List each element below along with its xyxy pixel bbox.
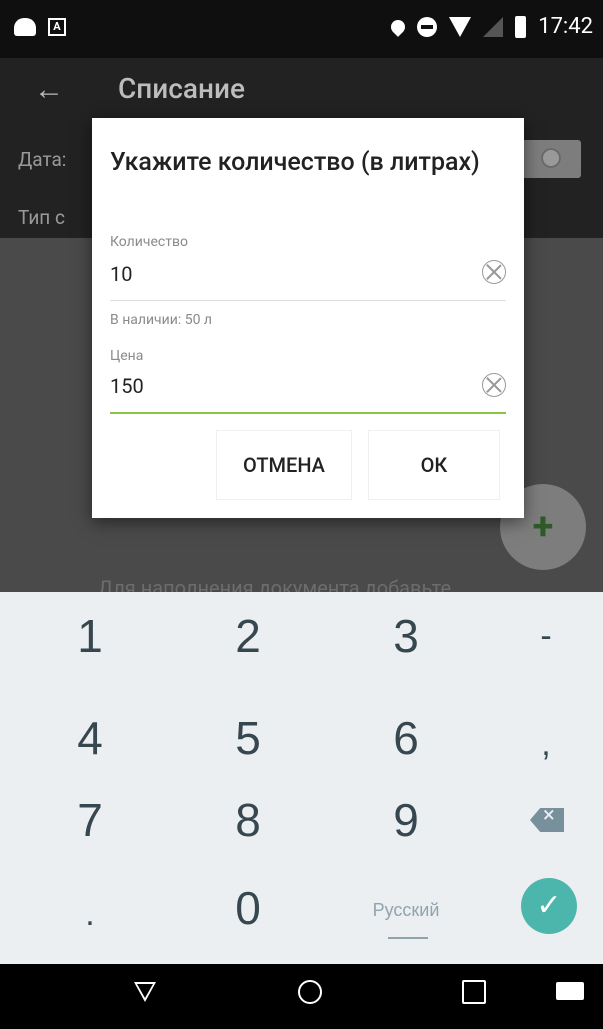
battery-icon [515, 15, 527, 38]
cancel-button[interactable]: ОТМЕНА [216, 430, 352, 500]
clear-price-icon[interactable] [482, 373, 506, 397]
status-bar: A 17:42 [0, 0, 603, 58]
page-title: Списание [118, 72, 245, 105]
key-7[interactable]: 7 [20, 776, 160, 864]
quantity-dialog: Укажите количество (в литрах) Количество… [92, 118, 524, 518]
enter-check-icon[interactable]: ✓ [521, 878, 577, 934]
location-icon [388, 16, 409, 37]
dialog-title: Укажите количество (в литрах) [110, 148, 480, 177]
signal-icon [483, 16, 504, 37]
language-key[interactable]: Русский [336, 866, 476, 954]
ok-button[interactable]: ОК [368, 430, 500, 500]
key-dot[interactable]: . [20, 870, 160, 958]
key-6[interactable]: 6 [336, 694, 476, 782]
quantity-input[interactable]: 10 [110, 262, 132, 286]
quantity-label: Количество [110, 234, 188, 250]
quantity-underline [110, 300, 506, 301]
price-input[interactable]: 150 [110, 374, 144, 398]
price-label: Цена [110, 348, 144, 364]
keyboard-switch-icon[interactable] [556, 982, 584, 1000]
nav-recents-icon[interactable] [462, 980, 486, 1004]
nav-back-icon[interactable] [134, 982, 156, 1002]
type-label: Тип с [18, 206, 65, 229]
empty-hint: Для наполнения документа добавьте [98, 576, 452, 592]
wifi-icon [449, 16, 472, 37]
key-minus[interactable]: - [476, 592, 603, 680]
key-8[interactable]: 8 [178, 776, 318, 864]
language-indicator [388, 937, 428, 939]
date-dropdown-button[interactable] [521, 140, 581, 178]
price-underline [110, 412, 506, 414]
nav-home-icon[interactable] [298, 980, 322, 1004]
key-9[interactable]: 9 [336, 776, 476, 864]
key-comma[interactable]: , [476, 700, 603, 788]
back-arrow-icon[interactable]: ← [34, 72, 64, 107]
key-5[interactable]: 5 [178, 694, 318, 782]
app-notification-icon: A [48, 18, 66, 36]
available-text: В наличии: 50 л [110, 312, 212, 328]
key-2[interactable]: 2 [178, 592, 318, 680]
android-notification-icon [14, 18, 36, 36]
key-0[interactable]: 0 [178, 864, 318, 952]
key-3[interactable]: 3 [336, 592, 476, 680]
key-1[interactable]: 1 [20, 592, 160, 680]
clear-quantity-icon[interactable] [482, 260, 506, 284]
key-4[interactable]: 4 [20, 694, 160, 782]
status-time: 17:42 [538, 14, 593, 39]
navigation-bar [0, 964, 603, 1029]
date-label: Дата: [18, 148, 67, 171]
do-not-disturb-icon [417, 16, 438, 37]
